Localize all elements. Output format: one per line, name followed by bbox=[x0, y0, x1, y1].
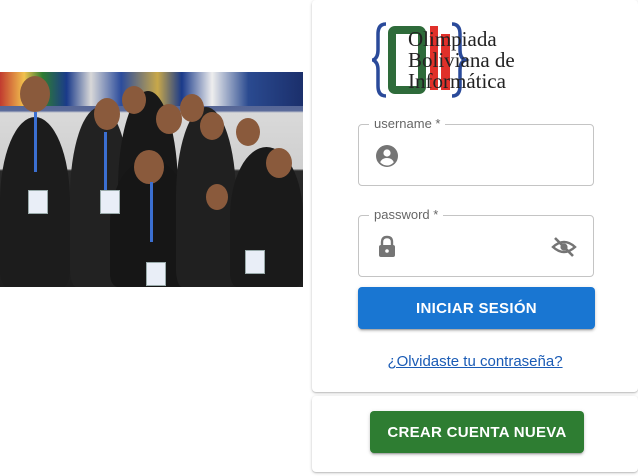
login-card: Olimpiada Boliviana de Informática usern… bbox=[312, 0, 638, 392]
photo-face bbox=[94, 98, 120, 130]
logo-line-1: Olimpiada bbox=[408, 27, 497, 51]
username-label: username * bbox=[369, 116, 446, 131]
photo-badge bbox=[245, 250, 265, 274]
photo-face bbox=[206, 184, 228, 210]
password-field[interactable]: password * bbox=[358, 207, 594, 277]
photo-badge bbox=[28, 190, 48, 214]
forgot-password-link[interactable]: ¿Olvidaste tu contraseña? bbox=[312, 353, 638, 370]
logo-line-3: Informática bbox=[408, 69, 506, 93]
photo-face bbox=[134, 150, 164, 184]
photo-face bbox=[20, 76, 50, 112]
photo-badge bbox=[146, 262, 166, 286]
password-label: password * bbox=[369, 207, 444, 222]
register-card: CREAR CUENTA NUEVA bbox=[312, 396, 638, 472]
photo-lanyard bbox=[150, 182, 153, 242]
photo-lanyard bbox=[34, 112, 37, 172]
logo-title: Olimpiada Boliviana de Informática bbox=[408, 29, 515, 92]
account-circle-icon bbox=[376, 145, 398, 167]
students-photo bbox=[0, 72, 303, 287]
photo-badge bbox=[100, 190, 120, 214]
logo-line-2: Boliviana de bbox=[408, 48, 515, 72]
photo-face bbox=[236, 118, 260, 146]
username-field[interactable]: username * bbox=[358, 116, 594, 186]
photo-lanyard bbox=[104, 132, 107, 192]
photo-face bbox=[266, 148, 292, 178]
photo-face bbox=[200, 112, 224, 140]
photo-face bbox=[156, 104, 182, 134]
create-account-button[interactable]: CREAR CUENTA NUEVA bbox=[370, 411, 584, 453]
eye-off-icon[interactable] bbox=[551, 235, 577, 259]
lock-icon bbox=[379, 235, 395, 257]
login-button[interactable]: INICIAR SESIÓN bbox=[358, 287, 595, 329]
password-input[interactable] bbox=[413, 230, 557, 264]
photo-face bbox=[180, 94, 204, 122]
username-input[interactable] bbox=[413, 139, 557, 173]
photo-face bbox=[122, 86, 146, 114]
